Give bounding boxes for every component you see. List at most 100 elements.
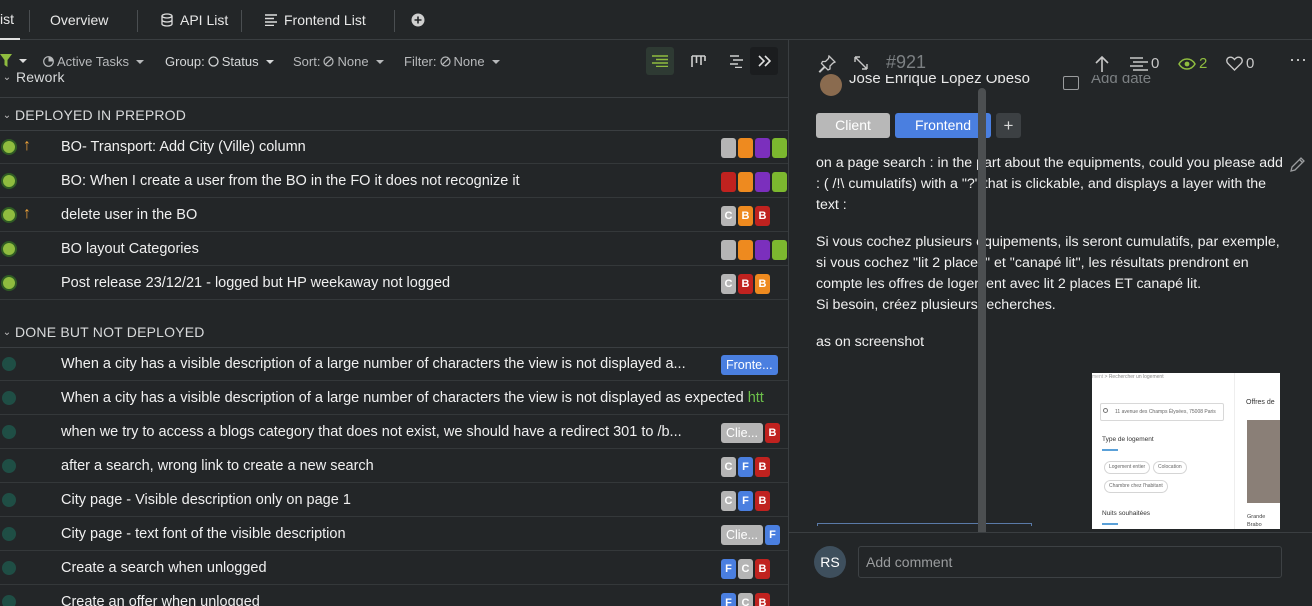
priority-up-icon[interactable]: ↑ [23,137,31,155]
status-circle-icon[interactable] [1,275,17,291]
tag-badge[interactable]: F [721,559,736,579]
tag-badge[interactable]: B [755,593,770,606]
task-title[interactable]: BO- Transport: Add City (Ville) column [61,130,306,164]
group-header-rework[interactable]: ⌄ Rework [0,72,788,88]
task-title[interactable]: Create a search when unlogged [61,551,267,585]
task-row[interactable]: BO: When I create a user from the BO in … [0,164,788,198]
board-view-button[interactable] [684,47,712,75]
task-title[interactable]: Post release 23/12/21 - logged but HP we… [61,266,450,300]
filter-quick-button[interactable] [0,54,27,67]
task-description[interactable]: on a page search : in the part about the… [816,153,1286,369]
tag-badge[interactable]: F [721,593,736,606]
tag-badge[interactable] [772,138,787,158]
tag-badge[interactable] [772,240,787,260]
task-row[interactable]: when we try to access a blogs category t… [0,415,788,449]
status-circle-icon[interactable] [2,425,16,439]
status-circle-icon[interactable] [2,595,16,606]
task-title[interactable]: BO: When I create a user from the BO in … [61,164,520,198]
tab-frontend-list[interactable]: Frontend List [264,0,366,40]
tag-badge[interactable] [755,172,770,192]
task-row[interactable]: When a city has a visible description of… [0,347,788,381]
task-title[interactable]: City page - Visible description only on … [61,483,351,517]
task-title[interactable]: when we try to access a blogs category t… [61,415,682,449]
tag-badge[interactable]: Clie... [721,525,763,545]
tag-badge[interactable] [738,240,753,260]
status-circle-icon[interactable] [2,391,16,405]
add-tag-button[interactable]: + [996,113,1021,138]
tag-badge[interactable]: C [721,491,736,511]
tag-badge[interactable]: B [755,457,770,477]
task-row[interactable]: City page - Visible description only on … [0,483,788,517]
add-view-button[interactable] [411,0,425,40]
tag-badge[interactable] [721,172,736,192]
tag-badge[interactable]: F [764,525,780,545]
tag-badge[interactable]: B [738,206,753,226]
comment-input[interactable]: Add comment [858,546,1282,578]
task-row[interactable]: Create an offer when unlogged F C B [0,585,788,606]
tag-badge[interactable] [738,172,753,192]
collapse-panel-button[interactable] [750,47,778,75]
tag-badge[interactable]: C [738,559,753,579]
tag-chip-frontend[interactable]: Frontend [895,113,991,138]
tag-badge[interactable]: B [755,206,770,226]
task-row[interactable]: When a city has a visible description of… [0,381,788,415]
group-header-deployed[interactable]: ⌄ DEPLOYED IN PREPROD [0,98,788,132]
tag-badge[interactable]: C [738,593,753,606]
tag-badge[interactable]: B [755,491,770,511]
status-circle-icon[interactable] [1,139,17,155]
task-row[interactable]: ↑ delete user in the BO C B B [0,198,788,232]
sort-dropdown[interactable]: Sort: None [293,54,384,69]
filter-dropdown[interactable]: Filter: None [404,54,500,69]
list-view-button[interactable] [646,47,674,75]
panel-scrollbar[interactable] [978,88,986,596]
tag-badge[interactable]: C [721,457,736,477]
attachment-frame[interactable] [817,523,1032,526]
user-avatar[interactable]: RS [814,546,846,578]
status-circle-icon[interactable] [1,173,17,189]
tag-badge[interactable] [721,240,736,260]
attached-screenshot[interactable]: ment > Rechercher un logement 11 avenue … [1092,373,1280,529]
task-title[interactable]: When a city has a visible description of… [61,381,764,415]
edit-description-button[interactable] [1289,156,1306,176]
tag-chip-client[interactable]: Client [816,113,890,138]
status-circle-icon[interactable] [2,561,16,575]
tag-badge[interactable]: F [738,457,753,477]
task-title[interactable]: delete user in the BO [61,198,197,232]
task-title[interactable]: after a search, wrong link to create a n… [61,449,374,483]
task-row[interactable]: BO layout Categories [0,232,788,266]
tag-badge[interactable]: C [721,206,736,226]
task-title[interactable]: Create an offer when unlogged [61,585,260,606]
task-row[interactable]: ↑ BO- Transport: Add City (Ville) column [0,130,788,164]
tag-badge[interactable]: B [764,423,780,443]
status-circle-icon[interactable] [2,493,16,507]
tag-badge[interactable] [738,138,753,158]
status-circle-icon[interactable] [1,207,17,223]
tab-overview[interactable]: Overview [50,0,108,40]
task-row[interactable]: City page - text font of the visible des… [0,517,788,551]
status-circle-icon[interactable] [2,527,16,541]
task-title[interactable]: City page - text font of the visible des… [61,517,346,551]
active-tasks-dropdown[interactable]: Active Tasks [43,54,145,69]
tag-badge[interactable] [755,138,770,158]
tab-api-list[interactable]: API List [160,0,228,40]
tag-badge[interactable]: B [738,274,753,294]
group-header-done[interactable]: ⌄ DONE BUT NOT DEPLOYED [0,315,788,349]
tag-badge[interactable] [721,138,736,158]
tag-badge[interactable]: B [755,559,770,579]
tag-badge[interactable]: Fronte... [721,355,778,375]
tag-badge[interactable]: C [721,274,736,294]
status-circle-icon[interactable] [2,357,16,371]
priority-up-icon[interactable]: ↑ [23,205,31,223]
tag-badge[interactable]: B [755,274,770,294]
tag-badge[interactable]: F [738,491,753,511]
task-row[interactable]: after a search, wrong link to create a n… [0,449,788,483]
tag-badge[interactable] [772,172,787,192]
tag-badge[interactable] [755,240,770,260]
tab-list[interactable]: ist [0,0,20,40]
tag-badge[interactable]: Clie... [721,423,763,443]
group-dropdown[interactable]: Group: Status [165,54,274,69]
task-title[interactable]: BO layout Categories [61,232,199,266]
task-row[interactable]: Create a search when unlogged F C B [0,551,788,585]
status-circle-icon[interactable] [2,459,16,473]
gantt-view-button[interactable] [722,47,750,75]
